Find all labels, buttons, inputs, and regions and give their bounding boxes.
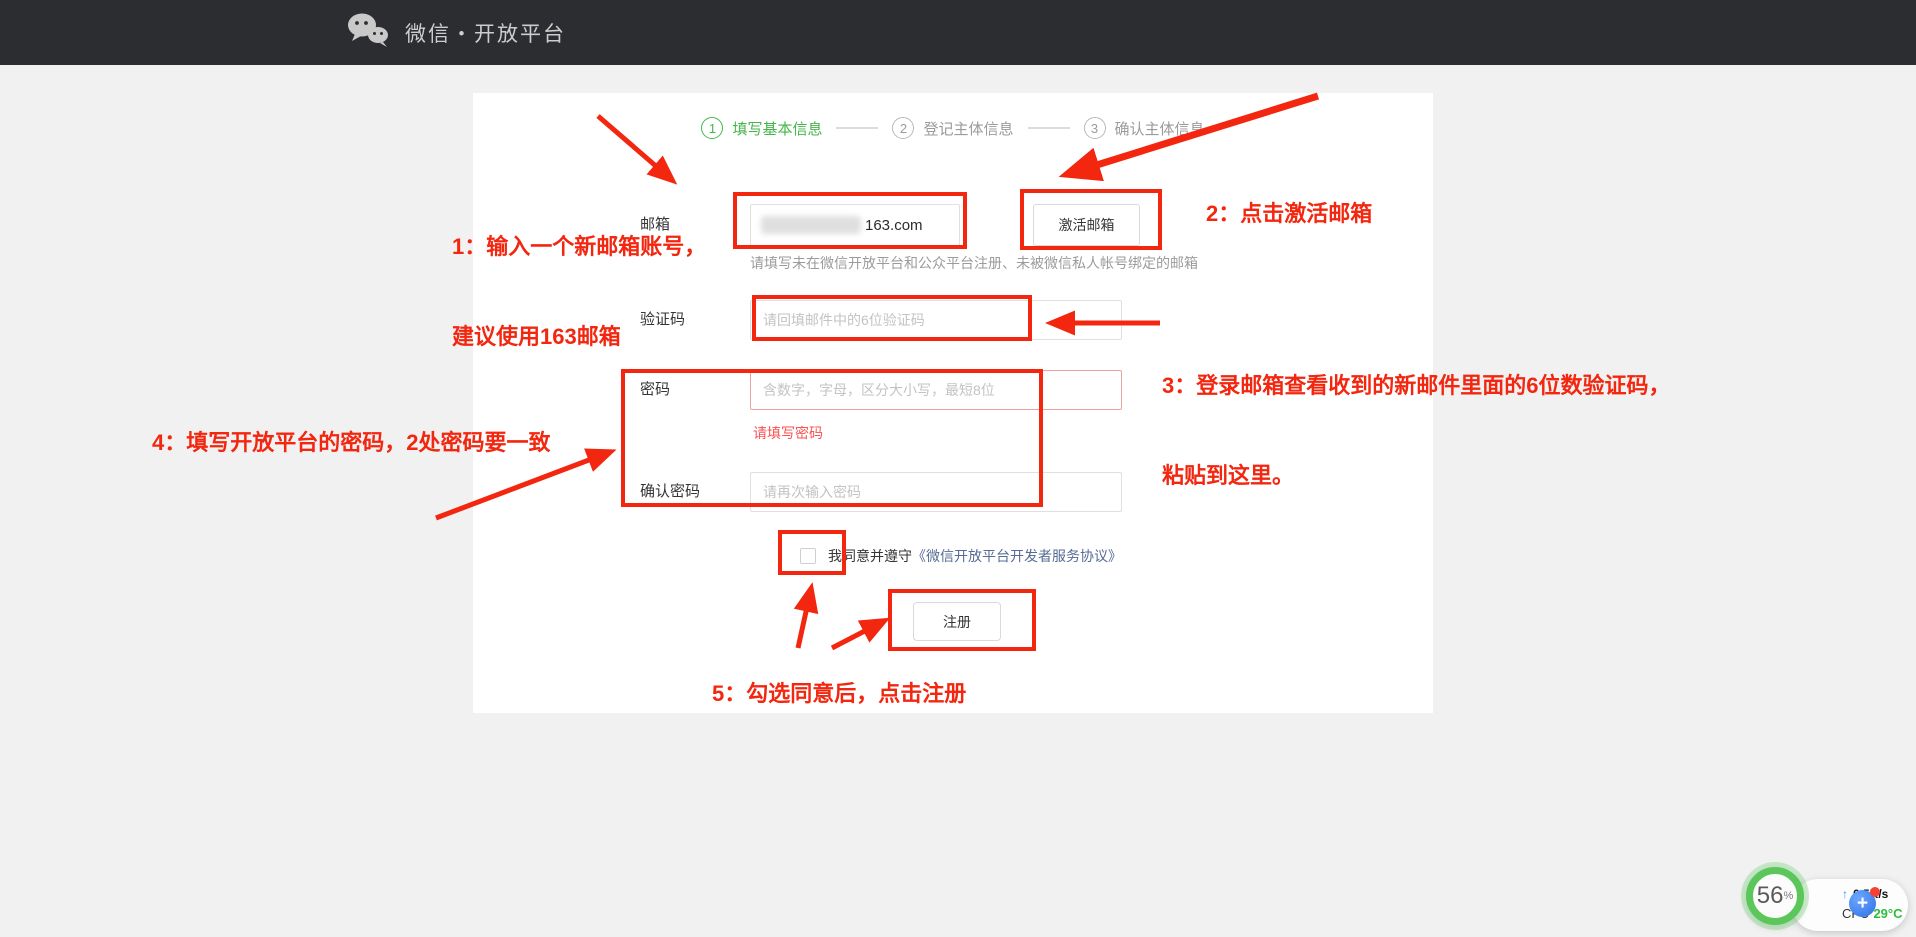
step-3-label: 确认主体信息	[1115, 118, 1205, 139]
annotation-rect-activate-button	[1020, 189, 1162, 250]
step-1-basic-info: 1 填写基本信息	[701, 117, 822, 139]
step-separator	[836, 127, 878, 129]
annotation-text-4: 4：填写开放平台的密码，2处密码要一致	[152, 428, 550, 458]
developer-agreement-link[interactable]: 《微信开放平台开发者服务协议》	[912, 548, 1122, 564]
upload-arrow-icon: ↑	[1842, 887, 1848, 901]
annotation-rect-checkbox	[778, 530, 846, 575]
memory-usage-ball[interactable]: 56%	[1746, 867, 1804, 925]
brand: 微信・开放平台	[345, 12, 566, 53]
notification-dot	[1870, 887, 1880, 897]
site-title: 微信・开放平台	[405, 18, 566, 48]
annotation-text-1-line1: 1：输入一个新邮箱账号，	[452, 232, 706, 262]
page: 微信・开放平台 1 填写基本信息 2 登记主体信息 3 确认主体信息 邮箱	[0, 0, 1916, 937]
cpu-temperature: 29°C	[1873, 906, 1902, 921]
steps-indicator: 1 填写基本信息 2 登记主体信息 3 确认主体信息	[473, 117, 1433, 139]
annotation-rect-register	[888, 589, 1036, 651]
step-1-number: 1	[701, 117, 723, 139]
annotation-text-1: 1：输入一个新邮箱账号， 建议使用163邮箱	[452, 172, 706, 412]
step-1-label: 填写基本信息	[732, 118, 822, 139]
annotation-text-3: 3：登录邮箱查看收到的新邮件里面的6位数验证码， 粘贴到这里。	[1162, 311, 1670, 551]
agreement-text: 我同意并遵守《微信开放平台开发者服务协议》	[828, 546, 1122, 566]
annotation-rect-code	[752, 295, 1032, 341]
wechat-logo-icon	[345, 12, 391, 53]
memory-percent-value: 56	[1757, 882, 1784, 910]
step-3-confirm-info: 3 确认主体信息	[1084, 117, 1205, 139]
step-2-number: 2	[892, 117, 914, 139]
annotation-text-3-line2: 粘贴到这里。	[1162, 461, 1670, 491]
annotation-rect-email	[733, 192, 967, 249]
step-2-label: 登记主体信息	[923, 118, 1013, 139]
annotation-text-1-line2: 建议使用163邮箱	[452, 322, 706, 352]
annotation-text-2: 2：点击激活邮箱	[1206, 199, 1372, 229]
annotation-text-3-line1: 3：登录邮箱查看收到的新邮件里面的6位数验证码，	[1162, 371, 1670, 401]
memory-percent-unit: %	[1783, 890, 1793, 902]
agreement-row: 我同意并遵守《微信开放平台开发者服务协议》	[800, 546, 1122, 566]
email-helper-text: 请填写未在微信开放平台和公众平台注册、未被微信私人帐号绑定的邮箱	[750, 253, 1198, 273]
step-3-number: 3	[1084, 117, 1106, 139]
annotation-text-5: 5：勾选同意后，点击注册	[712, 679, 966, 709]
step-2-entity-info: 2 登记主体信息	[892, 117, 1013, 139]
step-separator	[1028, 127, 1070, 129]
top-header: 微信・开放平台	[0, 0, 1916, 65]
